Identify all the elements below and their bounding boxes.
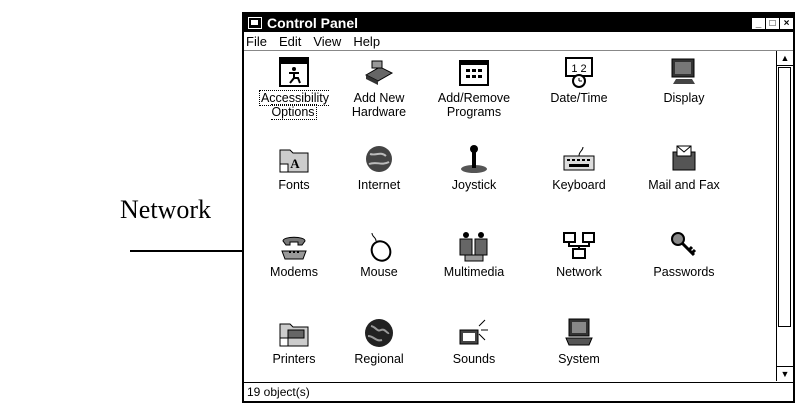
control-panel-item-system[interactable]: System xyxy=(534,316,624,366)
control-panel-item-accessibility-options[interactable]: Accessibility Options xyxy=(249,55,339,120)
control-panel-item-passwords[interactable]: Passwords xyxy=(639,229,729,279)
item-label: Mouse xyxy=(360,265,398,279)
control-panel-item-internet[interactable]: Internet xyxy=(334,142,424,192)
control-panel-item-add-new-hardware[interactable]: Add New Hardware xyxy=(334,55,424,119)
svg-text:A: A xyxy=(290,156,300,171)
item-label: Add New Hardware xyxy=(351,91,407,119)
menu-view[interactable]: View xyxy=(313,34,341,49)
scroll-down-icon[interactable]: ▼ xyxy=(777,366,793,381)
item-label: Date/Time xyxy=(550,91,608,105)
multimedia-icon xyxy=(457,229,491,263)
item-label: Fonts xyxy=(278,178,310,192)
keyboard-icon xyxy=(562,142,596,176)
control-panel-item-network[interactable]: Network xyxy=(534,229,624,279)
speaker-icon xyxy=(457,316,491,350)
control-panel-item-modems[interactable]: Modems xyxy=(249,229,339,279)
vertical-scrollbar[interactable]: ▲ ▼ xyxy=(776,51,793,381)
programs-icon xyxy=(457,55,491,89)
item-label: Internet xyxy=(357,178,401,192)
keys-icon xyxy=(667,229,701,263)
item-label: System xyxy=(558,352,600,366)
scroll-thumb[interactable] xyxy=(778,67,791,327)
menu-file[interactable]: File xyxy=(246,34,267,49)
scroll-up-icon[interactable]: ▲ xyxy=(777,51,793,66)
accessibility-icon xyxy=(277,55,311,89)
fonts-folder-icon: A xyxy=(277,142,311,176)
control-panel-item-sounds[interactable]: Sounds xyxy=(429,316,519,366)
icon-view: Accessibility Options Add New Hardware Add… xyxy=(244,51,775,381)
control-panel-item-multimedia[interactable]: Multimedia xyxy=(429,229,519,279)
control-panel-item-regional[interactable]: Regional xyxy=(334,316,424,366)
item-label: Network xyxy=(556,265,602,279)
control-panel-item-mouse[interactable]: Mouse xyxy=(334,229,424,279)
network-callout-label: Network xyxy=(120,195,211,224)
phone-icon xyxy=(277,229,311,263)
item-label: Sounds xyxy=(452,352,496,366)
item-label: Printers xyxy=(272,352,316,366)
monitor-icon xyxy=(667,55,701,89)
mouse-icon xyxy=(362,229,396,263)
window-title: Control Panel xyxy=(267,15,359,31)
minimize-button[interactable]: _ xyxy=(752,17,765,29)
joystick-icon xyxy=(457,142,491,176)
globe-icon xyxy=(362,142,396,176)
control-panel-item-add-remove-programs[interactable]: Add/Remove Programs xyxy=(429,55,519,119)
svg-text:1 2: 1 2 xyxy=(571,63,586,75)
item-label: Display xyxy=(663,91,705,105)
item-label: Multimedia xyxy=(443,265,505,279)
item-label: Passwords xyxy=(653,265,715,279)
maximize-button[interactable]: □ xyxy=(766,17,779,29)
status-bar: 19 object(s) xyxy=(244,382,793,401)
item-label: Keyboard xyxy=(552,178,606,192)
control-panel-item-date-time[interactable]: 1 2 Date/Time xyxy=(534,55,624,105)
printer-folder-icon xyxy=(277,316,311,350)
control-panel-item-display[interactable]: Display xyxy=(639,55,729,105)
menu-bar: File Edit View Help xyxy=(244,32,793,51)
control-panel-icon xyxy=(248,17,262,29)
item-label: Joystick xyxy=(451,178,497,192)
item-label: Add/Remove Programs xyxy=(437,91,511,119)
control-panel-item-fonts[interactable]: A Fonts xyxy=(249,142,339,192)
menu-edit[interactable]: Edit xyxy=(279,34,301,49)
world-icon xyxy=(362,316,396,350)
title-bar[interactable]: Control Panel _ □ × xyxy=(244,14,793,32)
hardware-icon xyxy=(362,55,396,89)
item-label: Regional xyxy=(354,352,404,366)
control-panel-item-joystick[interactable]: Joystick xyxy=(429,142,519,192)
control-panel-item-keyboard[interactable]: Keyboard xyxy=(534,142,624,192)
item-label: Mail and Fax xyxy=(648,178,720,192)
status-text: 19 object(s) xyxy=(247,385,310,399)
computer-icon xyxy=(562,316,596,350)
calendar-clock-icon: 1 2 xyxy=(562,55,596,89)
control-panel-item-mail-and-fax[interactable]: Mail and Fax xyxy=(639,142,729,192)
mail-fax-icon xyxy=(667,142,701,176)
network-icon xyxy=(562,229,596,263)
control-panel-item-printers[interactable]: Printers xyxy=(249,316,339,366)
menu-help[interactable]: Help xyxy=(353,34,380,49)
control-panel-window: Control Panel _ □ × File Edit View Help … xyxy=(242,12,795,403)
item-label: Modems xyxy=(270,265,318,279)
item-label: Accessibility Options xyxy=(258,90,330,120)
close-button[interactable]: × xyxy=(780,17,793,29)
